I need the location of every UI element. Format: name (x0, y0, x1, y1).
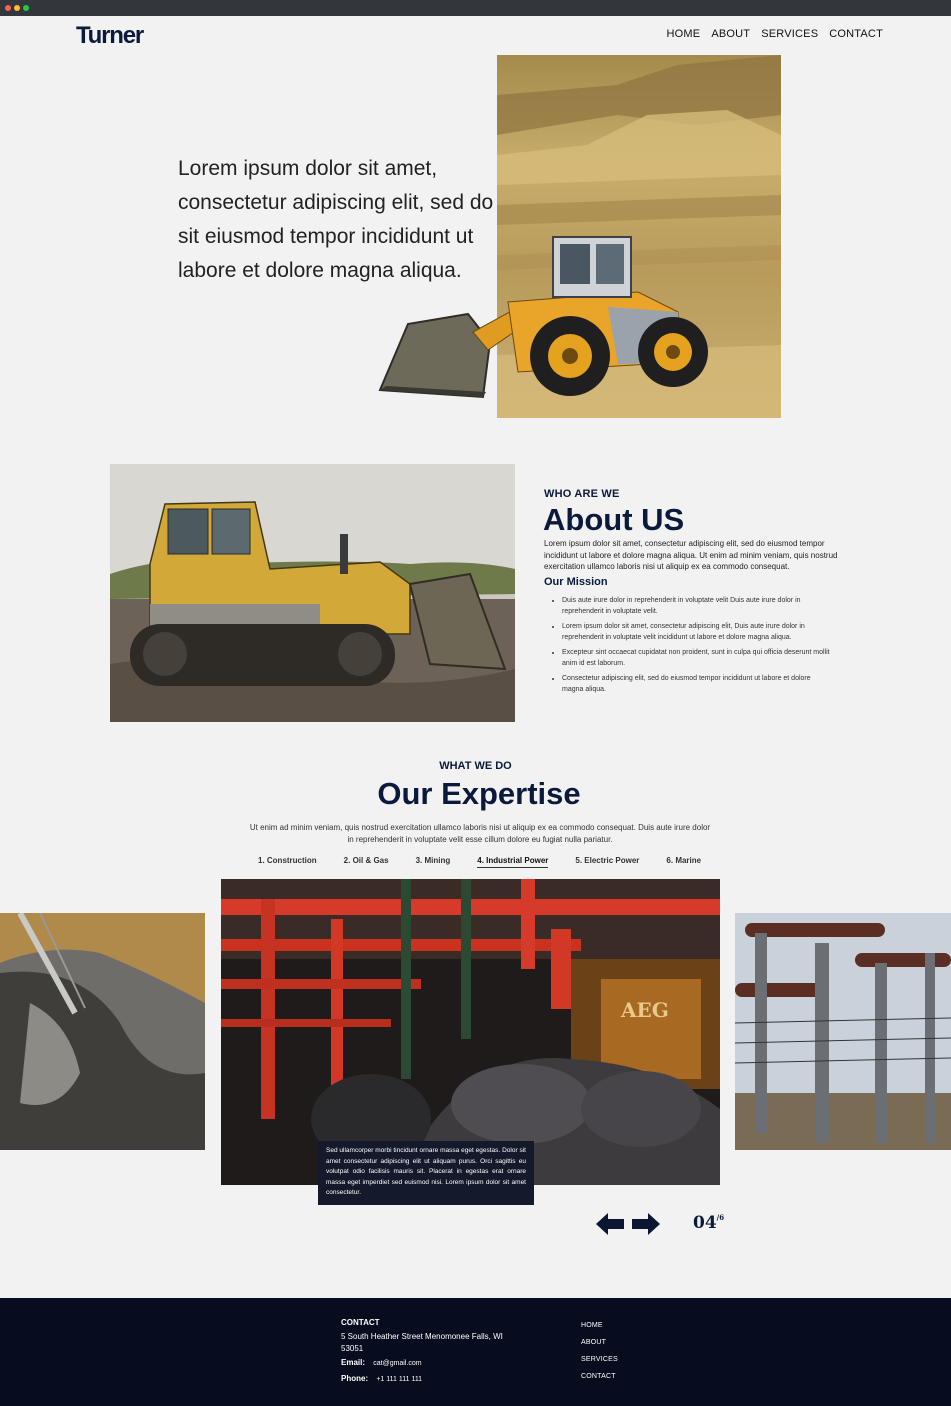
tab-mining[interactable]: 3. Mining (416, 856, 451, 868)
main-nav: HOME ABOUT SERVICES CONTACT (667, 28, 884, 40)
footer-email-label: Email: (341, 1358, 366, 1367)
window-titlebar (0, 0, 951, 16)
tab-marine[interactable]: 6. Marine (666, 856, 701, 868)
tab-construction[interactable]: 1. Construction (258, 856, 317, 868)
footer-email-link[interactable]: cat@gmail.com (373, 1360, 421, 1367)
expertise-body: Ut enim ad minim veniam, quis nostrud ex… (249, 823, 711, 844)
slide-counter: 04/6 (693, 1213, 724, 1233)
close-window-button[interactable] (5, 5, 11, 11)
about-title: About US (543, 502, 685, 537)
expertise-title: Our Expertise (377, 776, 581, 811)
footer-nav-services[interactable]: SERVICES (581, 1356, 618, 1363)
slide-electric-power-image[interactable] (735, 913, 951, 1150)
tab-electric-power[interactable]: 5. Electric Power (575, 856, 639, 868)
nav-contact[interactable]: CONTACT (829, 28, 883, 40)
footer: CONTACT 5 South Heather Street Menomonee… (0, 1298, 951, 1406)
footer-phone-link[interactable]: +1 111 111 111 (376, 1376, 422, 1383)
expertise-eyebrow: WHAT WE DO (439, 760, 512, 772)
footer-address: 5 South Heather Street Menomonee Falls, … (341, 1332, 503, 1353)
nav-about[interactable]: ABOUT (711, 28, 750, 40)
slide-caption: Sed ullamcorper morbi tincidunt ornare m… (318, 1141, 534, 1205)
slide-industrial-power-image[interactable]: AEG (221, 879, 720, 1185)
footer-contact-heading: CONTACT (341, 1318, 380, 1327)
footer-nav-contact[interactable]: CONTACT (581, 1373, 618, 1380)
wheel-loader-image (378, 236, 708, 399)
tab-oil-gas[interactable]: 2. Oil & Gas (344, 856, 389, 868)
slide-total: /6 (716, 1213, 725, 1222)
mission-title: Our Mission (544, 576, 608, 588)
machine-plate-text: AEG (620, 998, 669, 1022)
maximize-window-button[interactable] (23, 5, 29, 11)
list-item: Lorem ipsum dolor sit amet, consectetur … (562, 622, 832, 643)
mission-list: Duis aute irure dolor in reprehenderit i… (562, 596, 832, 700)
about-body: Lorem ipsum dolor sit amet, consectetur … (544, 539, 838, 571)
slide-mining-image[interactable] (0, 913, 205, 1150)
list-item: Duis aute irure dolor in reprehenderit i… (562, 596, 832, 617)
bulldozer-image (110, 464, 515, 722)
list-item: Excepteur sint occaecat cupidatat non pr… (562, 648, 832, 669)
footer-nav: HOME ABOUT SERVICES CONTACT (581, 1322, 618, 1390)
list-item: Consectetur adipiscing elit, sed do eius… (562, 674, 832, 695)
footer-nav-about[interactable]: ABOUT (581, 1339, 618, 1346)
nav-home[interactable]: HOME (667, 28, 701, 40)
tab-industrial-power[interactable]: 4. Industrial Power (477, 856, 549, 868)
brand-logo[interactable]: Turner (76, 22, 144, 50)
footer-nav-home[interactable]: HOME (581, 1322, 618, 1329)
slide-current: 04 (693, 1213, 717, 1233)
footer-phone: Phone: +1 111 111 111 (341, 1374, 422, 1383)
footer-phone-label: Phone: (341, 1374, 369, 1383)
previous-slide-arrow-icon[interactable] (596, 1213, 624, 1235)
minimize-window-button[interactable] (14, 5, 20, 11)
expertise-tabs: 1. Construction 2. Oil & Gas 3. Mining 4… (258, 856, 728, 868)
footer-email: Email: cat@gmail.com (341, 1358, 422, 1367)
next-slide-arrow-icon[interactable] (632, 1213, 660, 1235)
about-eyebrow: WHO ARE WE (544, 488, 620, 500)
nav-services[interactable]: SERVICES (761, 28, 818, 40)
